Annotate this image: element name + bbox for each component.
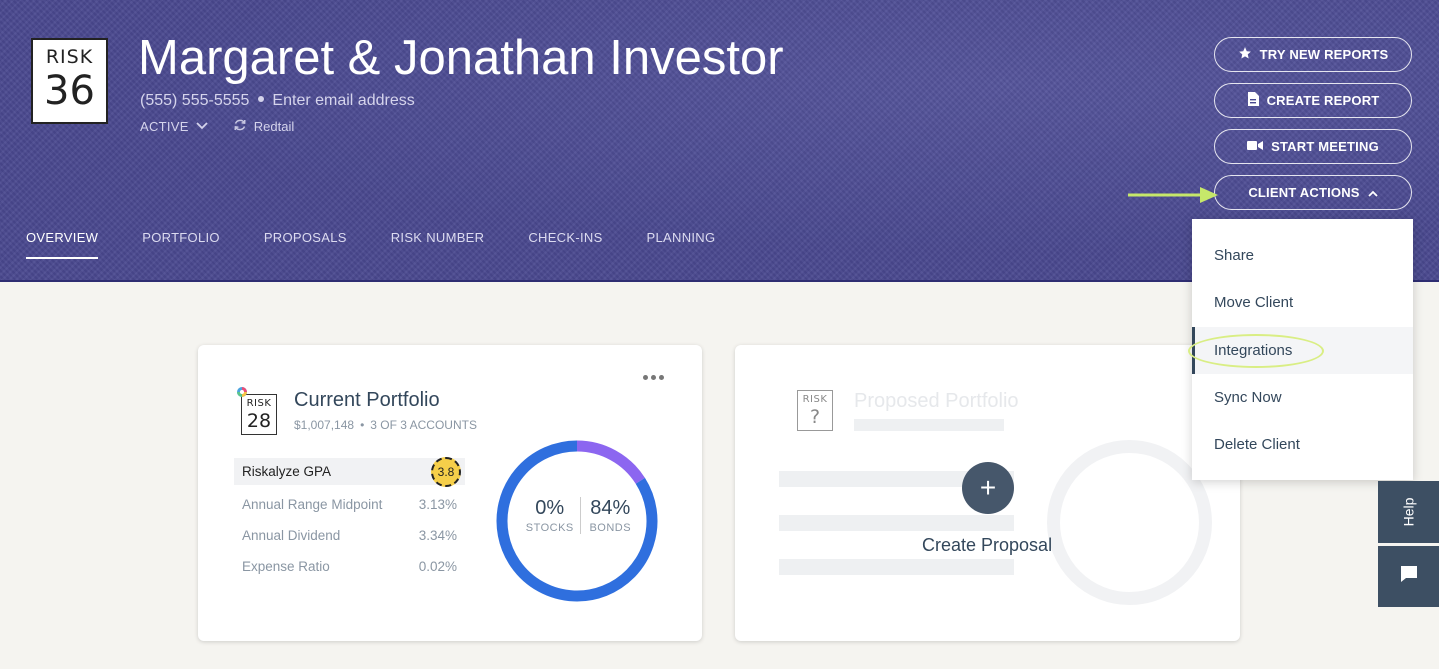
chat-button[interactable] [1378,546,1439,607]
metric-label: Expense Ratio [242,559,330,574]
client-tabs: OVERVIEW PORTFOLIO PROPOSALS RISK NUMBER… [26,230,715,259]
donut-segment-other [576,440,645,484]
metric-row: Expense Ratio 0.02% [234,551,465,582]
allocation-labels: 0% STOCKS 84% BONDS [520,497,640,534]
tab-proposals[interactable]: PROPOSALS [264,230,347,259]
metric-row: Riskalyze GPA 3.8 [234,456,465,487]
bonds-allocation: 84% BONDS [579,497,641,534]
highlight-circle [1188,333,1324,368]
start-meeting-label: START MEETING [1271,139,1379,154]
portfolio-value: $1,007,148 [294,418,355,432]
tab-risk-number[interactable]: RISK NUMBER [391,230,485,259]
document-icon [1247,92,1259,109]
create-report-label: CREATE REPORT [1266,93,1380,108]
crm-name: Redtail [253,119,295,134]
portfolio-metrics: Riskalyze GPA 3.8 Annual Range Midpoint … [234,456,465,582]
client-actions-button[interactable]: CLIENT ACTIONS [1214,175,1412,210]
separator-dot: • [360,418,365,432]
portfolio-risk-number: 28 [246,410,272,432]
menu-item-move-client[interactable]: Move Client [1192,279,1413,326]
metric-label: Annual Range Midpoint [242,497,383,512]
portfolio-summary: $1,007,148 • 3 OF 3 ACCOUNTS [294,418,477,432]
chevron-down-icon[interactable] [195,119,209,134]
metric-row: Annual Dividend 3.34% [234,520,465,551]
tab-check-ins[interactable]: CHECK-INS [528,230,602,259]
help-tab[interactable]: Help [1378,481,1439,543]
contact-info: (555) 555-5555 Enter email address [140,92,415,110]
proposed-risk-number: ? [809,406,821,428]
metric-label: Riskalyze GPA [242,464,332,479]
phone-number[interactable]: (555) 555-5555 [140,92,249,109]
try-new-reports-button[interactable]: TRY NEW REPORTS [1214,37,1412,72]
client-name: Margaret & Jonathan Investor [138,31,784,85]
menu-item-sync-now[interactable]: Sync Now [1192,374,1413,421]
color-wheel-icon [236,385,248,403]
metric-label: Annual Dividend [242,528,341,543]
tab-portfolio[interactable]: PORTFOLIO [142,230,220,259]
plus-icon: + [979,472,997,503]
proposed-portfolio-card: RISK ? Proposed Portfolio + Create Propo… [735,345,1240,641]
crm-sync-status[interactable]: Redtail [233,118,294,135]
bonds-label: BONDS [589,522,632,534]
card-title: Current Portfolio [294,389,440,411]
sync-icon [233,118,247,135]
menu-item-delete-client[interactable]: Delete Client [1192,421,1413,468]
menu-item-integrations[interactable]: Integrations [1188,326,1413,374]
chevron-up-icon [1368,185,1378,200]
try-new-reports-label: TRY NEW REPORTS [1259,47,1389,62]
placeholder-bar [779,515,1014,531]
metric-value: 3.34% [418,528,457,543]
stocks-label: STOCKS [525,522,574,534]
metric-row: Annual Range Midpoint 3.13% [234,489,465,520]
metric-value: 0.02% [418,559,457,574]
help-label: Help [1400,497,1417,527]
add-proposal-button[interactable]: + [962,462,1014,514]
create-proposal-link[interactable]: Create Proposal [922,535,1052,556]
tab-overview[interactable]: OVERVIEW [26,230,99,259]
client-actions-menu: Share Move Client Integrations Sync Now … [1188,219,1413,480]
star-icon [1238,46,1252,63]
chat-icon [1399,564,1419,589]
pointer-arrow-icon [1128,185,1220,210]
create-report-button[interactable]: CREATE REPORT [1214,83,1412,118]
risk-badge-label: RISK [45,46,94,68]
stocks-percent: 0% [535,497,565,519]
video-camera-icon [1247,139,1264,154]
email-field[interactable]: Enter email address [272,92,414,109]
gpa-badge: 3.8 [431,456,461,487]
placeholder-bar [779,559,1014,575]
separator-dot [258,96,265,102]
bonds-percent: 84% [590,497,631,519]
current-portfolio-card: RISK 28 Current Portfolio $1,007,148 • 3 O… [198,345,702,641]
stocks-allocation: 0% STOCKS [520,497,580,534]
tab-planning[interactable]: PLANNING [647,230,716,259]
placeholder-bar [854,419,1004,431]
start-meeting-button[interactable]: START MEETING [1214,129,1412,164]
proposed-risk-label: RISK [802,394,828,405]
accounts-count: 3 OF 3 ACCOUNTS [370,418,477,432]
more-options-icon[interactable] [643,375,664,380]
risk-badge-number: 36 [44,68,95,114]
status-row: ACTIVE Redtail [140,118,294,135]
client-actions-label: CLIENT ACTIONS [1248,185,1360,200]
menu-item-share[interactable]: Share [1192,232,1413,279]
risk-number-badge[interactable]: RISK 36 [31,38,108,124]
status-dropdown[interactable]: ACTIVE [140,119,189,134]
placeholder-donut [1047,440,1212,605]
card-title: Proposed Portfolio [854,390,1019,412]
metric-value: 3.13% [418,497,457,512]
proposed-risk-badge: RISK ? [797,390,833,431]
